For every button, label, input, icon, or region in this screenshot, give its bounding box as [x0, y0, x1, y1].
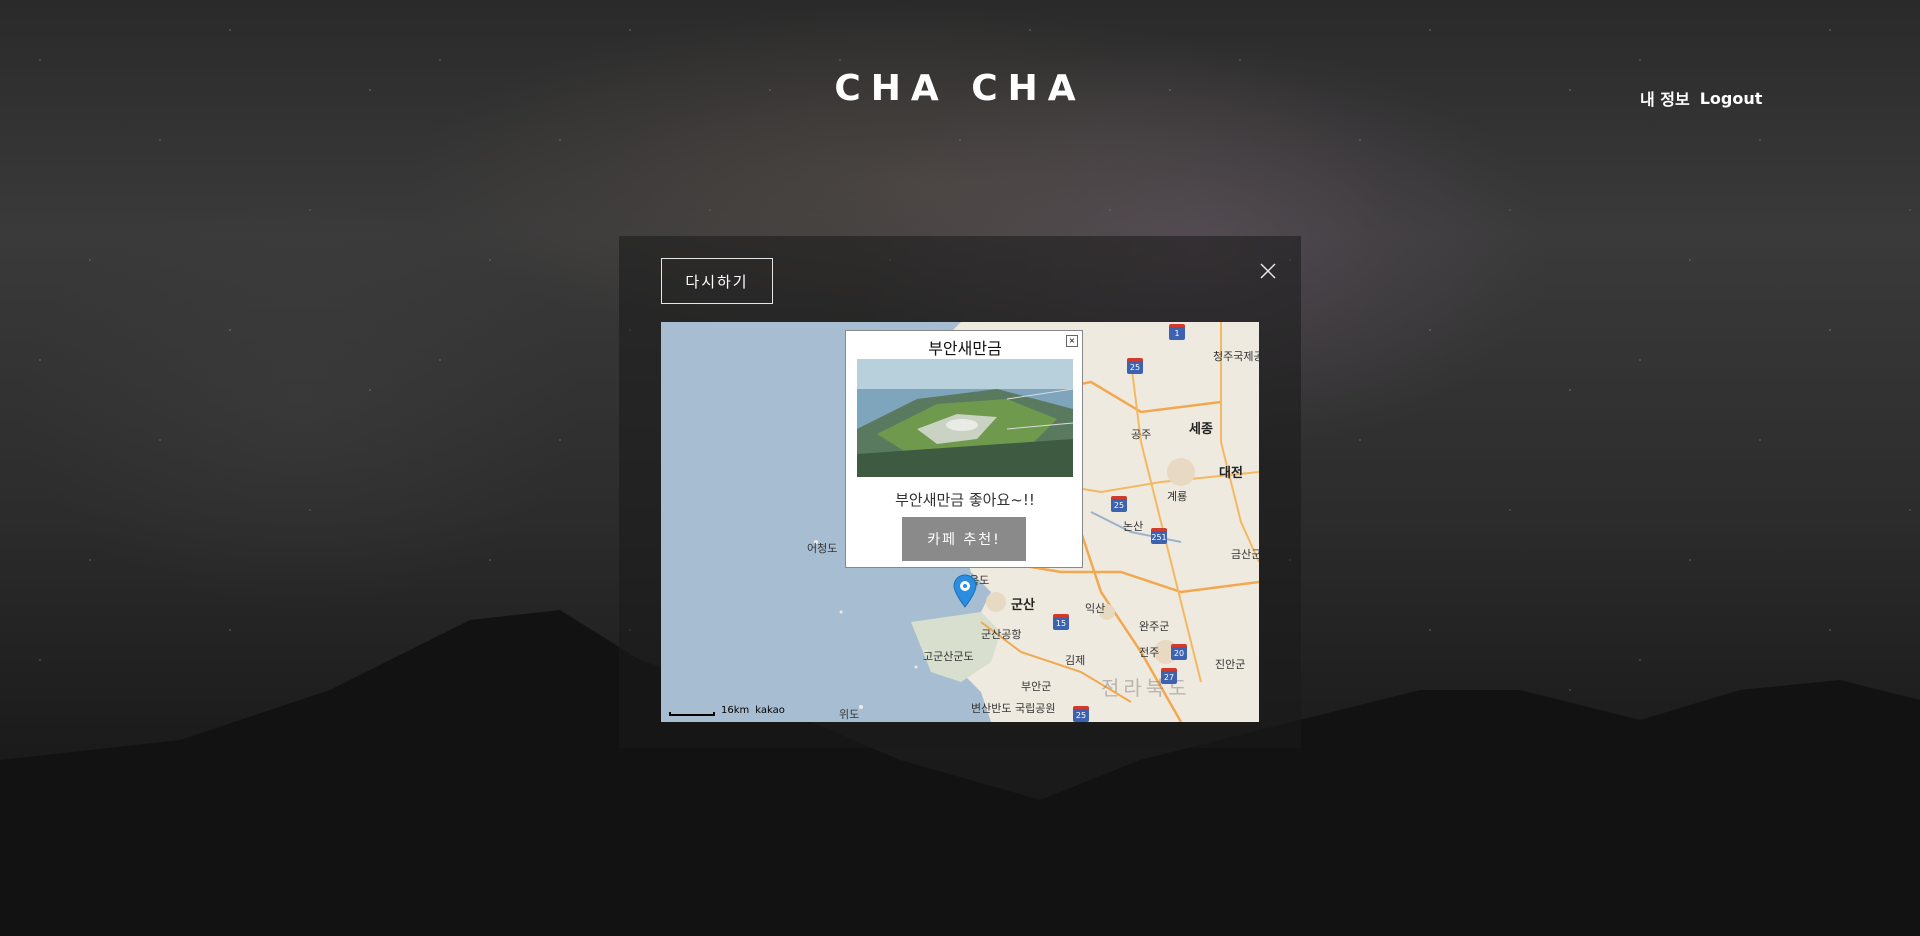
map-label-region: 전라북도: [1101, 676, 1191, 700]
highway-shield: 1: [1169, 324, 1185, 340]
retry-button[interactable]: 다시하기: [661, 258, 773, 304]
top-navigation: 내 정보 Logout: [1640, 86, 1762, 110]
map-label-jeonju: 전주: [1139, 646, 1160, 659]
place-title: 부안새만금: [928, 339, 1002, 358]
map-label-buan: 부안군: [1021, 680, 1052, 693]
map-label-gogunsan: 고군산군도: [923, 650, 974, 663]
highway-shield: 25: [1127, 358, 1143, 374]
highway-shield: 25: [1073, 706, 1089, 722]
map-label-wido: 위도: [839, 708, 860, 721]
logout-link[interactable]: Logout: [1700, 89, 1763, 108]
kakao-logo: kakao: [755, 705, 785, 716]
map-label-sejong: 세종: [1189, 422, 1213, 437]
map-scale: 16km kakao: [669, 705, 785, 716]
map-label-gunsan: 군산: [1011, 598, 1035, 613]
scale-bar: [669, 712, 715, 716]
highway-shield: 20: [1171, 644, 1187, 660]
map-label-gunsan-airport: 군산공항: [981, 628, 1022, 641]
map-label-daejeon: 대전: [1219, 466, 1243, 481]
site-logo[interactable]: CHA CHA: [0, 68, 1920, 109]
map-label-cheongju-airport: 청주국제공: [1213, 350, 1259, 363]
map-pin-icon[interactable]: [953, 574, 977, 608]
map-label-wanju: 완주군: [1139, 620, 1170, 633]
place-info-window: × 부안새만금 부안새만금 좋아요~!! 카페 추천!: [845, 330, 1083, 568]
scale-label: 16km: [721, 705, 750, 716]
highway-shield: 251: [1151, 528, 1167, 544]
map-label-jinan: 진안군: [1215, 658, 1246, 671]
map-label-byeonsan: 변산반도 국립공원: [971, 702, 1056, 715]
recommendation-modal: 다시하기 세종 대전 공주 계룡 논산 익산 군산 군산공항 김제 전주 완주군…: [619, 236, 1301, 748]
map-label-eocheongdo: 어청도: [807, 542, 838, 555]
highway-shield: 27: [1161, 668, 1177, 684]
place-description: 부안새만금 좋아요~!!: [895, 491, 1035, 509]
map-view[interactable]: 세종 대전 공주 계룡 논산 익산 군산 군산공항 김제 전주 완주군 진안군 …: [661, 322, 1259, 722]
map-label-gongju: 공주: [1131, 428, 1152, 441]
map-label-nonsan: 논산: [1123, 520, 1144, 533]
map-label-gimje: 김제: [1065, 654, 1086, 667]
close-icon[interactable]: [1259, 262, 1277, 280]
highway-shield: 15: [1053, 614, 1069, 630]
cafe-recommend-button[interactable]: 카페 추천!: [902, 517, 1026, 561]
map-label-geumsan: 금산군: [1231, 548, 1259, 561]
map-label-gyeryong: 계룡: [1167, 490, 1188, 503]
my-info-link[interactable]: 내 정보: [1640, 86, 1690, 110]
place-photo: [857, 359, 1073, 477]
highway-shield: 25: [1111, 496, 1127, 512]
map-label-iksan: 익산: [1085, 602, 1106, 615]
